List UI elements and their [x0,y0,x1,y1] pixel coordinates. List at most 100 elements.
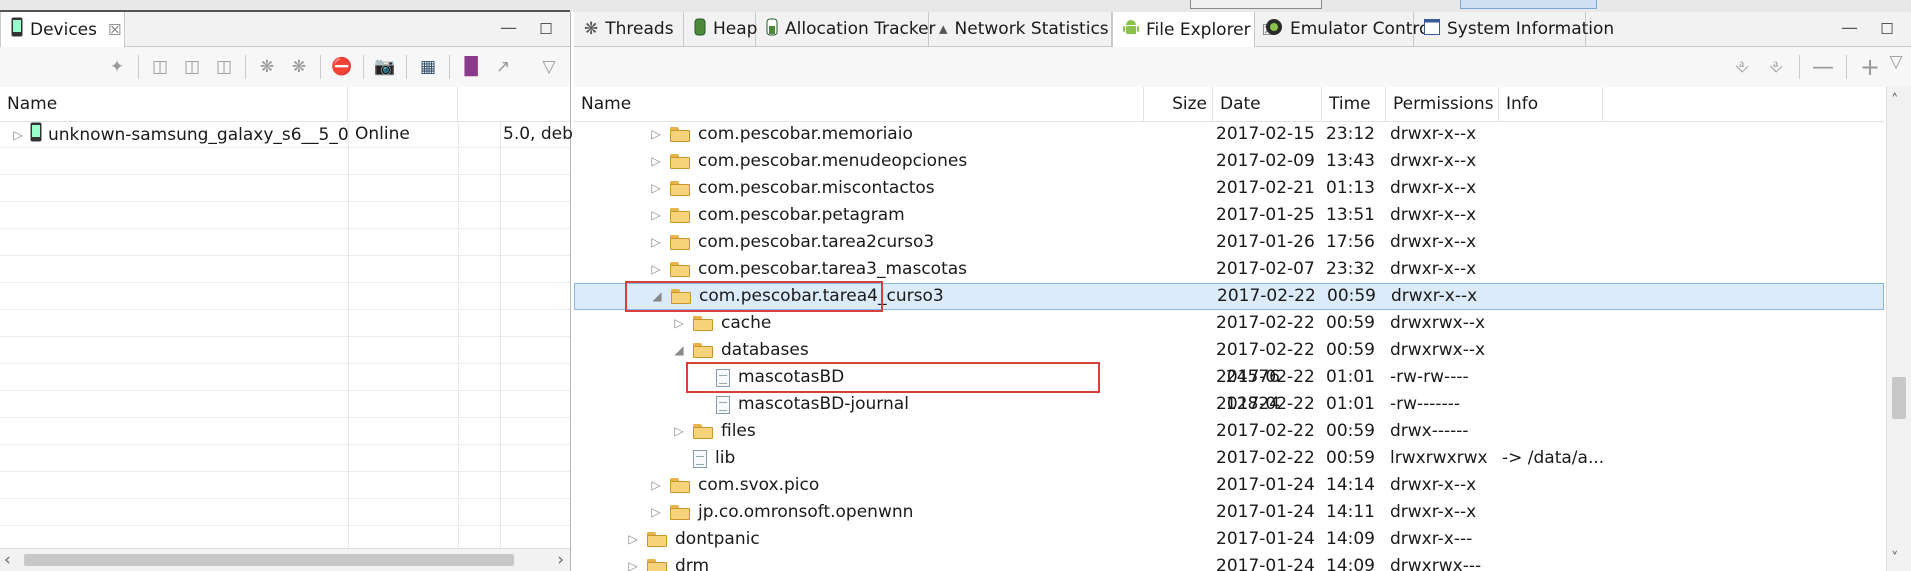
device-row[interactable]: ▷ unknown-samsung_galaxy_s6__5_0 Online … [0,121,573,148]
file-row[interactable]: mascotasBD-journal 12824 2017-02-22 01:01 -r… [574,391,1884,418]
file-name-cell: ▷ files [673,418,755,445]
expand-icon[interactable]: ▷ [673,310,685,337]
empty-row [0,418,570,445]
file-row[interactable]: lib 2017-02-22 00:59 lrwxrwxrwx -> /data/a..… [574,445,1884,472]
file-row[interactable]: ▷ com.pescobar.miscontactos 2017-02-21 01:1… [574,175,1884,202]
file-vertical-scrollbar[interactable]: ˄ ˅ [1886,87,1911,571]
minimize-icon[interactable]: — [1841,18,1858,38]
file-row[interactable]: ◢ com.pescobar.tarea4_curso3 2017-02-22 00:… [574,283,1884,310]
file-row[interactable]: ◢ databases 2017-02-22 00:59 drwxrwx--x [574,337,1884,364]
tab-emulator-control[interactable]: Emulator Control [1255,12,1434,46]
file-row[interactable]: ▷ com.pescobar.tarea3_mascotas 2017-02-07 2… [574,256,1884,283]
column-status[interactable] [348,87,458,121]
file-row[interactable]: ▷ com.pescobar.petagram 2017-01-25 13:51 drw… [574,202,1884,229]
close-icon[interactable]: ☒ [108,21,121,39]
file-row[interactable]: ▷ dontpanic 2017-01-24 14:09 drwxr-x--- [574,526,1884,553]
expand-icon[interactable]: ▷ [627,553,639,571]
file-row[interactable]: ▷ drm 2017-01-24 14:09 drwxrwx--- [574,553,1884,571]
tab-devices[interactable]: Devices ☒ [0,12,125,47]
column-info[interactable]: Info [1499,87,1603,121]
expand-icon[interactable]: ▷ [650,229,662,256]
file-permissions: drwxr-x--x [1391,286,1478,306]
debug-icon[interactable]: ✦ [106,56,128,78]
file-row[interactable]: ▷ com.pescobar.menudeopciones 2017-02-09 13… [574,148,1884,175]
tab-network-statistics-label: Network Statistics [954,19,1109,39]
column-time[interactable]: Time [1322,87,1386,121]
tab-network-statistics[interactable]: ▴ Network Statistics [929,12,1112,46]
file-row[interactable]: ▷ jp.co.omronsoft.openwnn 2017-01-24 14:11 d… [574,499,1884,526]
file-row[interactable]: mascotasBD 24576 2017-02-22 01:01 -rw-rw---- [574,364,1884,391]
dump-view-hierarchy-icon[interactable]: ▦ [417,56,439,78]
grid-line [348,121,349,148]
column-version[interactable] [458,87,570,121]
expand-icon[interactable]: ▷ [12,128,24,142]
file-row[interactable]: ▷ files 2017-02-22 00:59 drwx------ [574,418,1884,445]
scroll-left-icon[interactable]: ‹ [4,550,11,570]
devices-horizontal-scrollbar[interactable]: ‹ › [0,548,570,571]
expand-icon[interactable]: ▷ [650,202,662,229]
file-date: 2017-02-22 [1216,421,1315,441]
tab-system-information[interactable]: System Information [1414,12,1614,46]
expand-icon[interactable]: ▷ [650,499,662,526]
tab-heap[interactable]: Heap [684,12,757,46]
start-method-profiling-icon[interactable]: ❋ [288,56,310,78]
file-time: 23:32 [1326,259,1375,279]
cause-gc-icon[interactable]: ◫ [213,56,235,78]
expand-icon[interactable]: ▷ [650,256,662,283]
grid-line [348,337,349,364]
grid-line [348,472,349,499]
stop-process-icon[interactable]: ⛔ [331,56,353,78]
minimize-icon[interactable]: — [500,18,517,38]
tab-file-explorer[interactable]: File Explorer ☒ [1112,12,1275,47]
new-folder-icon[interactable]: + [1859,53,1881,81]
grid-line [458,310,459,337]
expand-icon[interactable]: ▷ [650,121,662,148]
view-menu-icon[interactable]: ▽ [538,56,560,78]
expand-icon[interactable]: ◢ [651,283,663,310]
view-menu-icon[interactable]: ▽ [1885,51,1907,73]
systrace-icon[interactable]: █ [460,56,482,78]
delete-icon[interactable]: — [1812,55,1834,80]
left-window-controls: — ◻ [500,18,553,38]
file-name: com.pescobar.miscontactos [698,178,935,198]
expand-icon[interactable]: ▷ [650,472,662,499]
column-size[interactable]: Size [1144,87,1213,121]
tab-threads[interactable]: ❋ Threads [574,12,684,46]
column-name[interactable]: Name [574,87,1144,121]
expand-icon[interactable]: ◢ [673,337,685,364]
scroll-thumb[interactable] [24,554,514,566]
grid-line [458,256,459,283]
expand-icon[interactable]: ▷ [650,175,662,202]
file-name-cell: ▷ com.pescobar.menudeopciones [650,148,967,175]
file-row[interactable]: ▷ cache 2017-02-22 00:59 drwxrwx--x [574,310,1884,337]
file-name-cell: ◢ com.pescobar.tarea4_curso3 [651,283,943,310]
tab-allocation-tracker[interactable]: Allocation Tracker [756,12,936,46]
expand-icon[interactable]: ▷ [673,418,685,445]
pull-file-icon[interactable]: ⎀ [1731,56,1753,78]
screen-capture-icon[interactable]: 📷 [374,56,396,78]
grid-line [500,310,501,337]
update-threads-icon[interactable]: ❋ [256,56,278,78]
opengl-trace-icon[interactable]: ↗ [492,56,514,78]
scroll-right-icon[interactable]: › [557,550,564,570]
scroll-up-icon[interactable]: ˄ [1891,91,1899,109]
grid-line [500,175,501,202]
scroll-down-icon[interactable]: ˅ [1891,549,1899,567]
expand-icon[interactable]: ▷ [650,148,662,175]
column-date[interactable]: Date [1213,87,1322,121]
expand-icon[interactable]: ▷ [627,526,639,553]
dump-hprof-icon[interactable]: ◫ [181,56,203,78]
file-explorer-toolbar: ⎀ ⎀ — + ▽ [574,47,1911,87]
column-name[interactable]: Name [0,87,348,121]
update-heap-icon[interactable]: ◫ [149,56,171,78]
push-file-icon[interactable]: ⎀ [1765,56,1787,78]
file-time: 14:11 [1326,502,1375,522]
grid-line [500,499,501,526]
file-row[interactable]: ▷ com.svox.pico 2017-01-24 14:14 drwxr-x--x [574,472,1884,499]
scroll-thumb[interactable] [1892,377,1906,419]
file-row[interactable]: ▷ com.pescobar.tarea2curso3 2017-01-26 17:5… [574,229,1884,256]
file-row[interactable]: ▷ com.pescobar.memoriaio 2017-02-15 23:12 dr… [574,121,1884,148]
maximize-icon[interactable]: ◻ [539,18,553,38]
column-permissions[interactable]: Permissions [1386,87,1499,121]
maximize-icon[interactable]: ◻ [1880,18,1894,38]
